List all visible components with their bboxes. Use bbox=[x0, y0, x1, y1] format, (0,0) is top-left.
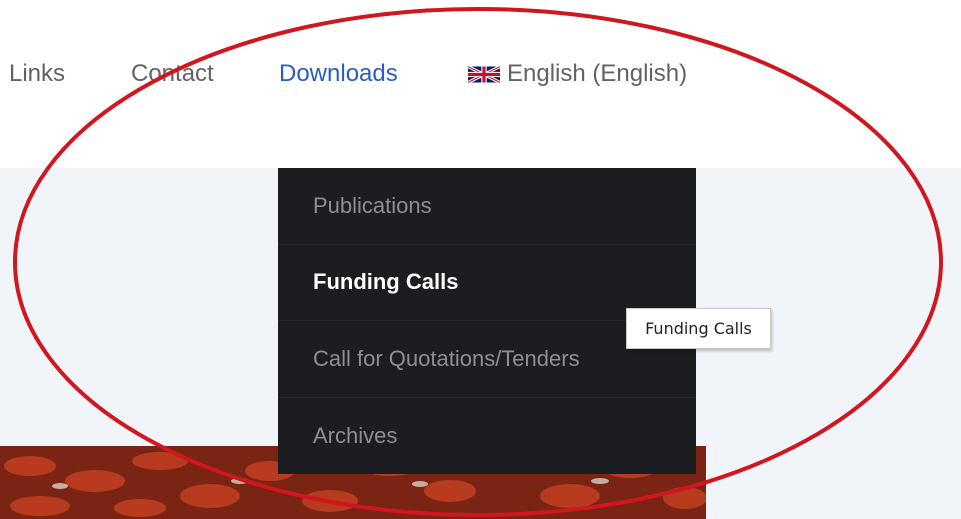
uk-flag-icon bbox=[468, 66, 500, 82]
language-label: English (English) bbox=[507, 60, 688, 87]
top-navigation: Links Contact Downloads English (English… bbox=[0, 0, 961, 168]
nav-downloads[interactable]: Downloads bbox=[279, 60, 398, 88]
language-selector[interactable]: English (English) bbox=[468, 60, 687, 88]
nav-links[interactable]: Links bbox=[9, 60, 65, 88]
nav-contact[interactable]: Contact bbox=[131, 60, 214, 88]
menu-item-publications[interactable]: Publications bbox=[278, 168, 696, 245]
menu-item-archives[interactable]: Archives bbox=[278, 398, 696, 475]
tooltip: Funding Calls bbox=[626, 308, 771, 349]
